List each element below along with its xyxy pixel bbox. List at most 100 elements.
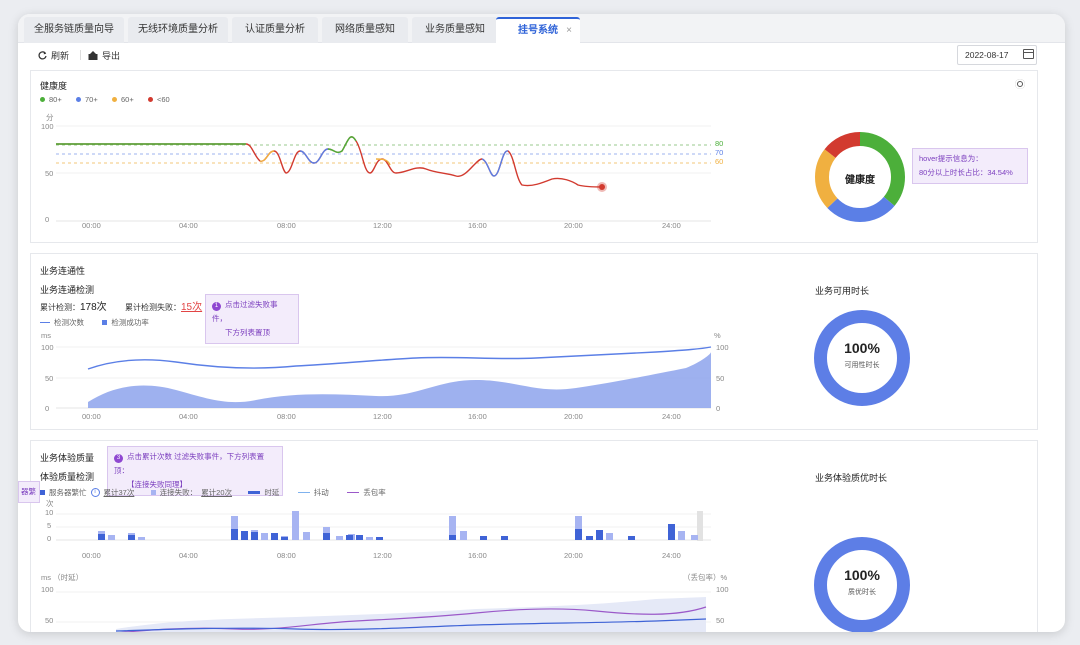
x-tick: 00:00 [82, 412, 101, 421]
x-tick: 20:00 [564, 412, 583, 421]
tooltip-line: hover提示信息为： [919, 154, 983, 163]
refresh-button[interactable]: 刷新 [38, 49, 69, 62]
y2-unit: （丢包率）% [683, 573, 728, 582]
donut-tooltip: hover提示信息为： 80分以上时长占比：34.54% [912, 148, 1028, 184]
availability-ring: 100% 可用性时长 [814, 310, 910, 406]
legend-line-icon [297, 491, 310, 494]
tip-line: 下方列表置顶 [225, 328, 270, 337]
y2-tick: 50 [716, 616, 725, 625]
success-rate-area [88, 352, 711, 408]
fail-count-link[interactable]: 15次 [181, 302, 202, 313]
gear-icon[interactable] [1015, 79, 1025, 89]
tip-line: 点击累计次数 过滤失败事件，下方列表置顶： [114, 452, 265, 475]
x-tick: 12:00 [373, 221, 392, 230]
legend-label: 检测次数 [54, 318, 84, 327]
stat-label: 累计检测失败： [125, 303, 181, 312]
tooltip-line: 80分以上时长占比：34.54% [919, 168, 1013, 177]
y-tick: 50 [45, 616, 54, 625]
tab-bar: 全服务链质量向导 无线环境质量分析 认证质量分析 网络质量感知 业务质量感知 挂… [18, 14, 1065, 43]
availability-title: 业务可用时长 [815, 286, 870, 296]
connectivity-chart [56, 346, 712, 409]
x-tick: 12:00 [373, 551, 392, 560]
legend-label: 检测成功率 [111, 318, 149, 327]
tip-line: 器繁 [21, 487, 36, 496]
export-label: 导出 [102, 51, 121, 61]
refresh-label: 刷新 [51, 51, 70, 61]
tab-registration-system[interactable]: 挂号系统 × [496, 17, 580, 43]
experience-panel: 业务体验质量 体验质量检测 3 点击累计次数 过滤失败事件，下方列表置顶： 【连接… [18, 440, 1038, 632]
y-tick: 100 [41, 585, 54, 594]
threshold-label: 80 [715, 139, 724, 148]
tip-line: 点击过滤失败事件， [212, 300, 278, 323]
connectivity-legend: 检测次数 检测成功率 [40, 317, 149, 328]
health-panel: 健康度 80+ 70+ 60+ <60 分 100 50 0 80 70 60 … [30, 70, 1038, 243]
close-icon[interactable]: × [566, 19, 572, 42]
x-tick: 08:00 [277, 412, 296, 421]
fail-stat: 累计检测失败：15次 [125, 298, 202, 313]
quality-title: 业务体验质优时长 [815, 473, 888, 483]
tab-wireless[interactable]: 无线环境质量分析 [128, 17, 228, 43]
legend-dot [148, 97, 153, 102]
x-tick: 24:00 [662, 221, 681, 230]
y-tick: 100 [41, 343, 54, 352]
legend-dot [40, 97, 45, 102]
experience-bar-chart [56, 511, 711, 541]
x-tick: 08:00 [277, 551, 296, 560]
section-title: 业务体验质量 [40, 453, 95, 463]
ring-value: 100% [844, 340, 880, 356]
x-tick: 20:00 [564, 221, 583, 230]
legend-label: 60+ [121, 95, 134, 104]
y-tick: 50 [45, 374, 54, 383]
legend-label: 丢包率 [363, 488, 386, 497]
legend-label: 连接失败： [159, 488, 198, 497]
x-tick: 16:00 [468, 221, 487, 230]
health-title: 健康度 [40, 81, 68, 91]
x-tick: 04:00 [179, 221, 198, 230]
busy-count-link[interactable]: 累计37次 [104, 487, 135, 498]
x-tick: 24:00 [662, 412, 681, 421]
tab-label: 业务质量感知 [425, 24, 485, 35]
export-button[interactable]: 导出 [88, 49, 120, 62]
stat-label: 累计检测： [40, 303, 80, 312]
calendar-icon[interactable] [1023, 49, 1034, 59]
quality-ring: 100% 质优时长 [814, 537, 910, 632]
y-unit: ms [41, 331, 51, 340]
y-tick: 0 [45, 215, 50, 224]
x-tick: 08:00 [277, 221, 296, 230]
tab-business[interactable]: 业务质量感知 [412, 17, 498, 43]
tab-network[interactable]: 网络质量感知 [322, 17, 408, 43]
x-tick: 00:00 [82, 221, 101, 230]
legend-label: 服务器繁忙 [49, 488, 87, 497]
legend-label: 70+ [85, 95, 98, 104]
tab-auth[interactable]: 认证质量分析 [232, 17, 318, 43]
side-tip: 器繁 [18, 481, 40, 503]
info-icon[interactable]: i [90, 488, 100, 497]
toolbar: 刷新 导出 2022-08-17 [18, 44, 1065, 66]
step-badge: 1 [212, 302, 221, 311]
legend-line-icon [248, 491, 261, 494]
legend-line-icon [347, 491, 360, 494]
tab-full-service[interactable]: 全服务链质量向导 [24, 17, 124, 43]
y-tick: 0 [47, 534, 52, 543]
legend-square-icon [102, 320, 108, 325]
sub-title: 体验质量检测 [40, 472, 95, 482]
export-icon [88, 51, 98, 60]
x-tick: 20:00 [564, 551, 583, 560]
tab-label: 认证质量分析 [245, 24, 305, 35]
y2-tick: 100 [716, 343, 729, 352]
y2-tick: 0 [716, 404, 721, 413]
date-value: 2022-08-17 [965, 50, 1009, 60]
refresh-icon [38, 51, 47, 60]
legend-square-icon [40, 490, 45, 495]
y-tick: 100 [41, 122, 54, 131]
x-tick: 16:00 [468, 551, 487, 560]
connectivity-panel: 业务连通性 业务连通检测 累计检测：178次 累计检测失败：15次 1 点击过滤失… [30, 253, 1038, 430]
fail-count-link[interactable]: 累计20次 [201, 487, 232, 498]
sub-title: 业务连通检测 [40, 285, 95, 295]
health-line-chart [56, 125, 711, 222]
tab-label: 网络质量感知 [335, 24, 395, 35]
legend-line-icon [40, 321, 50, 324]
legend-label: <60 [157, 95, 170, 104]
x-tick: 16:00 [468, 412, 487, 421]
current-point[interactable] [599, 184, 605, 190]
